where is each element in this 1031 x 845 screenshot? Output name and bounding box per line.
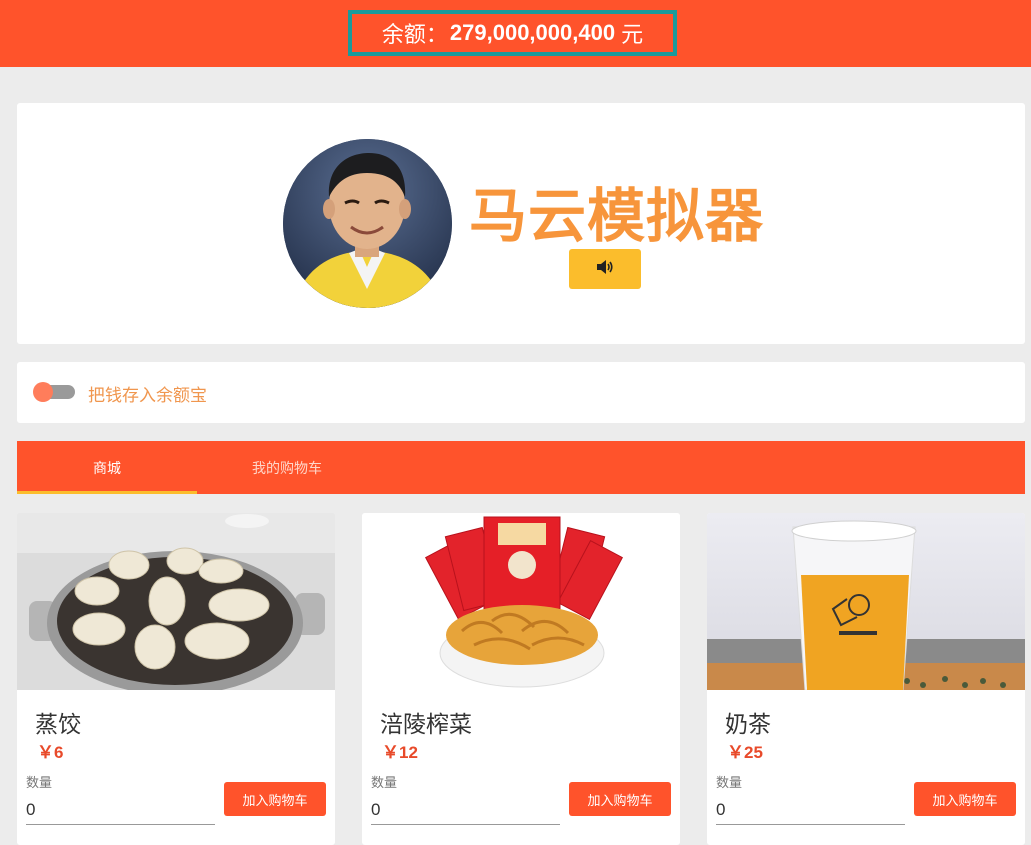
quantity-input[interactable] xyxy=(716,795,905,825)
product-name: 蒸饺 xyxy=(35,711,81,737)
product-name: 奶茶 xyxy=(725,711,771,737)
tab-my-cart[interactable]: 我的购物车 xyxy=(197,441,377,494)
quantity-label: 数量 xyxy=(371,775,398,790)
balance-unit: 元 xyxy=(621,22,644,47)
sound-button[interactable] xyxy=(569,249,641,289)
deposit-switch[interactable] xyxy=(33,382,75,402)
avatar xyxy=(283,139,452,308)
product-card-zhacai: 涪陵榨菜 ￥12 数量 加入购物车 xyxy=(362,513,680,845)
product-price: ￥12 xyxy=(382,743,418,762)
profile-card: 马云模拟器 xyxy=(17,103,1025,344)
product-image-zhacai xyxy=(362,513,680,690)
speaker-icon xyxy=(596,259,614,280)
balance-amount: 279,000,000,400 xyxy=(449,20,616,45)
tab-bar: 商城 我的购物车 xyxy=(17,441,1025,494)
add-to-cart-button[interactable]: 加入购物车 xyxy=(569,782,671,816)
product-image-milk-tea xyxy=(707,513,1025,690)
product-card-dumplings: 蒸饺 ￥6 数量 加入购物车 xyxy=(17,513,335,845)
product-price: ￥6 xyxy=(37,743,64,762)
quantity-input[interactable] xyxy=(26,795,215,825)
product-name: 涪陵榨菜 xyxy=(380,711,472,737)
product-image-dumplings xyxy=(17,513,335,690)
deposit-toggle-card: 把钱存入余额宝 xyxy=(17,362,1025,423)
product-price: ￥25 xyxy=(727,743,763,762)
tab-shop[interactable]: 商城 xyxy=(17,441,197,494)
app-title: 马云模拟器 xyxy=(469,184,765,249)
balance-display: 余额： 279,000,000,400 元 xyxy=(348,10,677,56)
quantity-label: 数量 xyxy=(716,775,743,790)
quantity-input[interactable] xyxy=(371,795,560,825)
switch-thumb xyxy=(33,382,53,402)
deposit-toggle-label: 把钱存入余额宝 xyxy=(88,386,207,405)
top-bar: 余额： 279,000,000,400 元 xyxy=(0,0,1031,67)
balance-label: 余额： xyxy=(381,22,448,47)
product-card-milk-tea: 奶茶 ￥25 数量 加入购物车 xyxy=(707,513,1025,845)
quantity-label: 数量 xyxy=(26,775,53,790)
add-to-cart-button[interactable]: 加入购物车 xyxy=(224,782,326,816)
add-to-cart-button[interactable]: 加入购物车 xyxy=(914,782,1016,816)
